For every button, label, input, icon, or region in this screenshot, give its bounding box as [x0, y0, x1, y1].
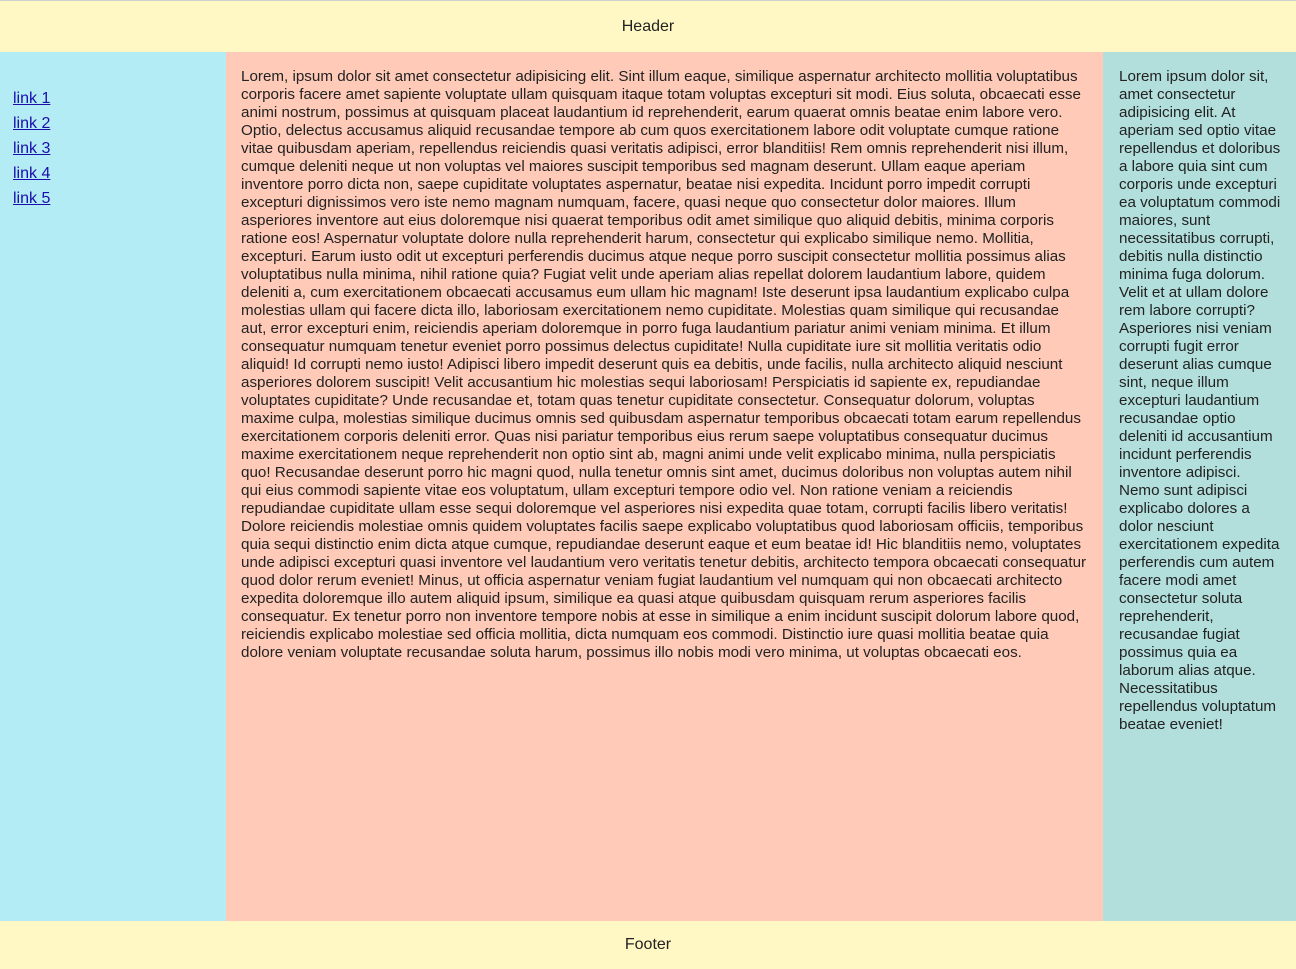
- nav-link-list: link 1 link 2 link 3 link 4 link 5: [13, 86, 226, 211]
- nav-link-2[interactable]: link 2: [13, 115, 50, 132]
- aside-paragraph: Lorem ipsum dolor sit, amet consectetur …: [1119, 68, 1281, 733]
- main-paragraph: Lorem, ipsum dolor sit amet consectetur …: [241, 68, 1087, 661]
- nav-item: link 4: [13, 161, 226, 186]
- nav-link-3[interactable]: link 3: [13, 140, 50, 157]
- nav-item: link 3: [13, 136, 226, 161]
- page-footer: Footer: [0, 921, 1296, 969]
- nav-item: link 1: [13, 86, 226, 111]
- header-title: Header: [621, 17, 675, 35]
- main-content: Lorem, ipsum dolor sit amet consectetur …: [226, 52, 1103, 921]
- nav-link-1[interactable]: link 1: [13, 90, 50, 107]
- right-sidebar: Lorem ipsum dolor sit, amet consectetur …: [1103, 52, 1296, 921]
- sidebar-nav: link 1 link 2 link 3 link 4 link 5: [0, 52, 226, 921]
- nav-item: link 5: [13, 186, 226, 211]
- footer-title: Footer: [624, 936, 672, 953]
- page-header: Header: [0, 1, 1296, 52]
- page-layout: Header link 1 link 2 link 3 link 4 link …: [0, 0, 1296, 969]
- nav-item: link 2: [13, 111, 226, 136]
- nav-link-5[interactable]: link 5: [13, 190, 50, 207]
- nav-link-4[interactable]: link 4: [13, 165, 50, 182]
